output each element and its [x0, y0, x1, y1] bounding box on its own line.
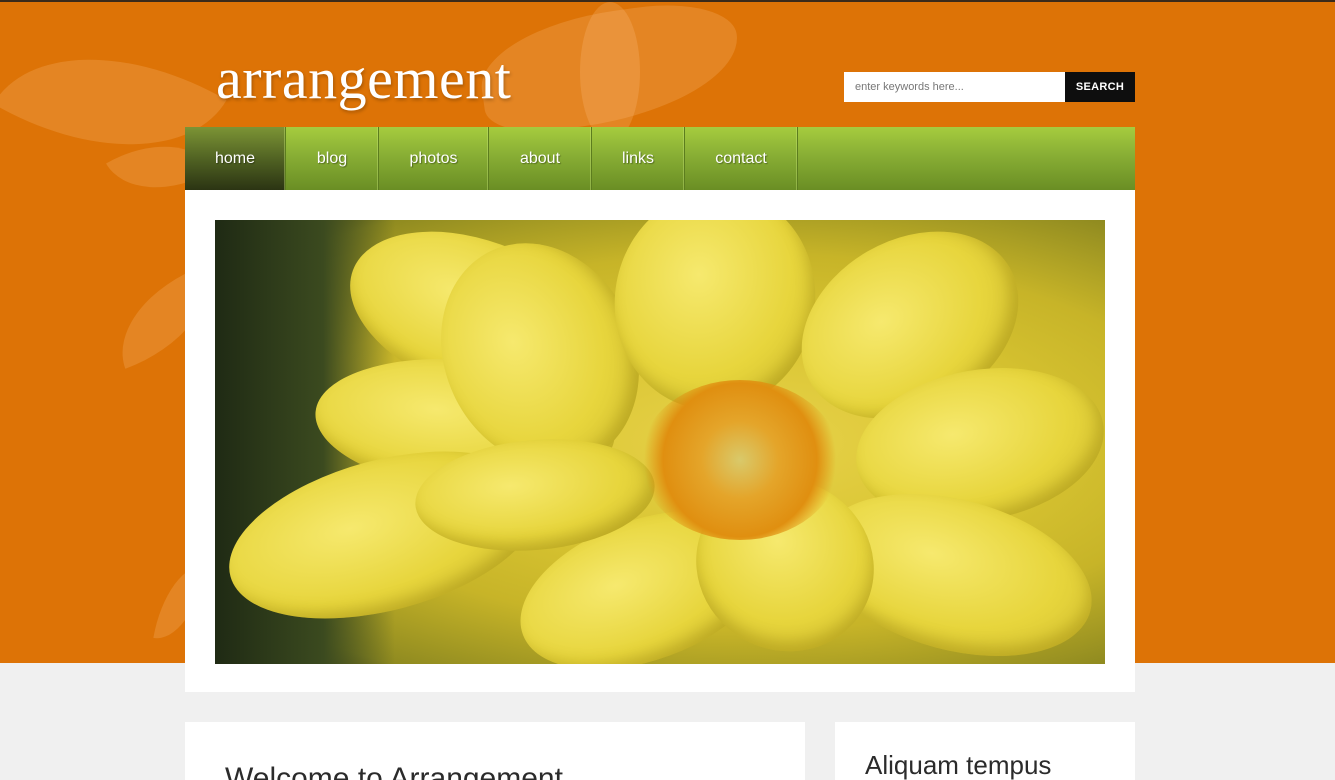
main-nav: home blog photos about links contact — [185, 127, 1135, 190]
nav-item-blog[interactable]: blog — [286, 127, 379, 190]
sidebar: Aliquam tempus — [835, 722, 1135, 780]
banner-image — [215, 220, 1105, 664]
nav-item-links[interactable]: links — [592, 127, 685, 190]
leaf-decoration-icon — [580, 2, 640, 142]
search-input[interactable] — [844, 72, 1065, 102]
nav-item-photos[interactable]: photos — [379, 127, 489, 190]
sidebar-title: Aliquam tempus — [865, 750, 1052, 780]
main-content: Welcome to Arrangement — [185, 722, 805, 780]
search-button[interactable]: SEARCH — [1065, 72, 1135, 102]
content-title: Welcome to Arrangement — [225, 762, 563, 780]
nav-item-home[interactable]: home — [185, 127, 286, 190]
flower-center — [640, 380, 840, 540]
nav-item-about[interactable]: about — [489, 127, 592, 190]
site-logo[interactable]: arrangement — [216, 44, 511, 114]
search-form: SEARCH — [844, 72, 1135, 102]
nav-item-contact[interactable]: contact — [685, 127, 798, 190]
